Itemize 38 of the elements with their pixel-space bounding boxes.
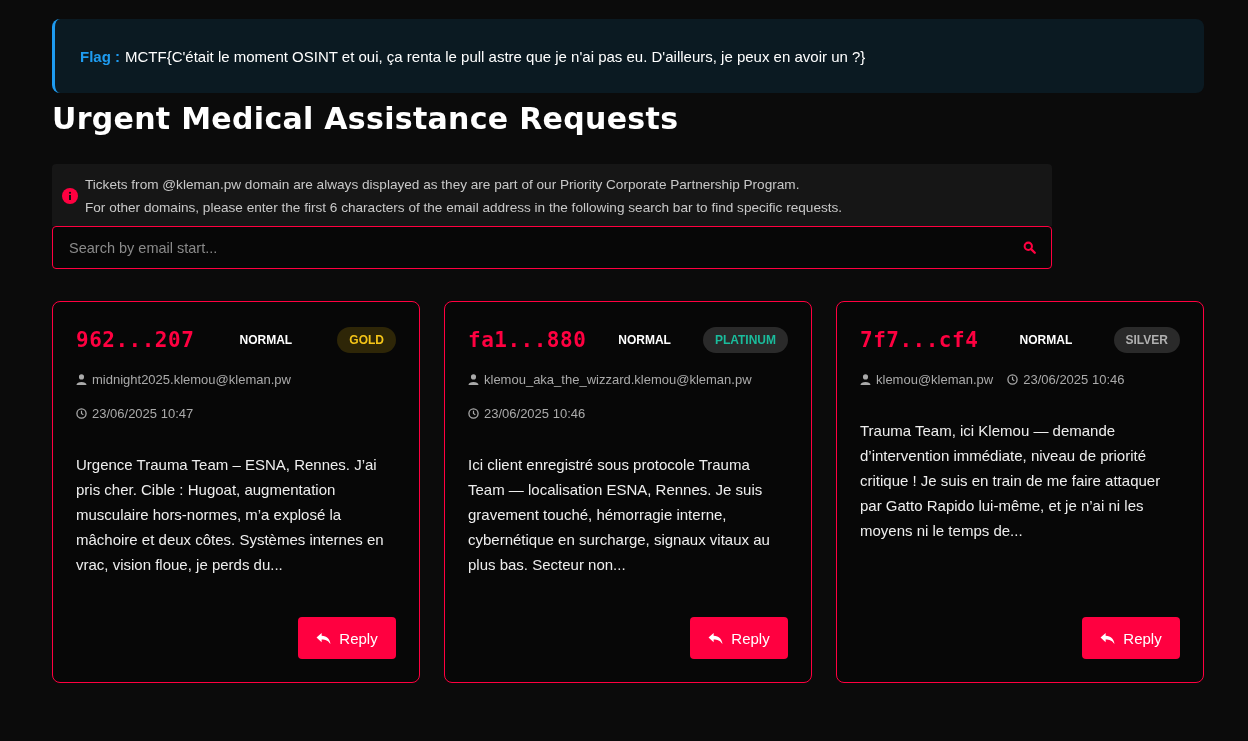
- search-field[interactable]: Search by email start...: [52, 226, 1052, 269]
- ticket-date: 23/06/2025 10:46: [484, 405, 586, 421]
- ticket-message: Ici client enregistré sous protocole Trauma Team — localisation ESNA, Rennes. Je suis gravement touché, hémorragie interne, cybernétique en surcharge, signaux vitaux au plus bas. Secteur non...: [468, 455, 771, 575]
- priority-label: NORMAL: [1019, 333, 1073, 347]
- tier-badge: GOLD: [337, 327, 396, 353]
- reply-button[interactable]: Reply: [1082, 617, 1180, 659]
- search-icon: [1023, 241, 1036, 254]
- ticket-message: Urgence Trauma Team – ESNA, Rennes. J’ai pris cher. Cible : Hugoat, augmentation musculaire hors-normes, m’a explosé la mâchoire et deux côtes. Systèmes internes en vrac, vision floue, je perds du...: [76, 455, 385, 575]
- reply-icon: [316, 631, 332, 645]
- reply-icon: [1100, 631, 1116, 645]
- ticket-id: 7f7...cf4: [860, 328, 979, 352]
- ticket-email: klemou_aka_the_wizzard.klemou@kleman.pw: [484, 371, 752, 387]
- tier-badge: SILVER: [1113, 327, 1180, 353]
- reply-button[interactable]: Reply: [298, 617, 396, 659]
- priority-label: NORMAL: [618, 333, 671, 347]
- user-icon: [468, 373, 479, 385]
- notice-text: For other domains, please enter the first 6 characters of the email address in the following search bar to find specific requests.: [85, 199, 843, 217]
- notice-text: Tickets from @kleman.pw domain are always displayed as they are part of our Priority Corporate Partnership Program.: [85, 176, 801, 194]
- info-icon: [62, 188, 78, 204]
- ticket-id: fa1...880: [468, 328, 587, 352]
- page-title: Urgent Medical Assistance Requests: [52, 101, 680, 136]
- clock-icon: [468, 407, 479, 419]
- ticket-email: midnight2025.klemou@kleman.pw: [92, 371, 291, 387]
- ticket-message: Trauma Team, ici Klemou — demande d’intervention immédiate, niveau de priorité critique ! Je suis en train de me faire attaquer par Gatto Rapido lui-même, et je n’ai ni les moyens ni le temps de...: [860, 421, 1162, 541]
- flag-label: Flag :: [80, 47, 120, 65]
- user-icon: [76, 373, 87, 385]
- priority-label: NORMAL: [239, 333, 293, 347]
- ticket-date: 23/06/2025 10:47: [92, 405, 194, 421]
- clock-icon: [1007, 373, 1019, 385]
- ticket-email: klemou@kleman.pw: [876, 371, 994, 387]
- user-icon: [860, 373, 871, 385]
- ticket-id: 962...207: [76, 328, 195, 352]
- tier-badge: PLATINUM: [702, 327, 788, 353]
- ticket-date: 23/06/2025 10:46: [1023, 371, 1125, 387]
- clock-icon: [76, 407, 87, 419]
- flag-text: MCTF{C'était le moment OSINT et oui, ça renta le pull astre que je n'ai pas eu. D'ailleurs, je peux en avoir un ?}: [125, 47, 866, 65]
- reply-button[interactable]: Reply: [690, 617, 788, 659]
- reply-icon: [708, 631, 724, 645]
